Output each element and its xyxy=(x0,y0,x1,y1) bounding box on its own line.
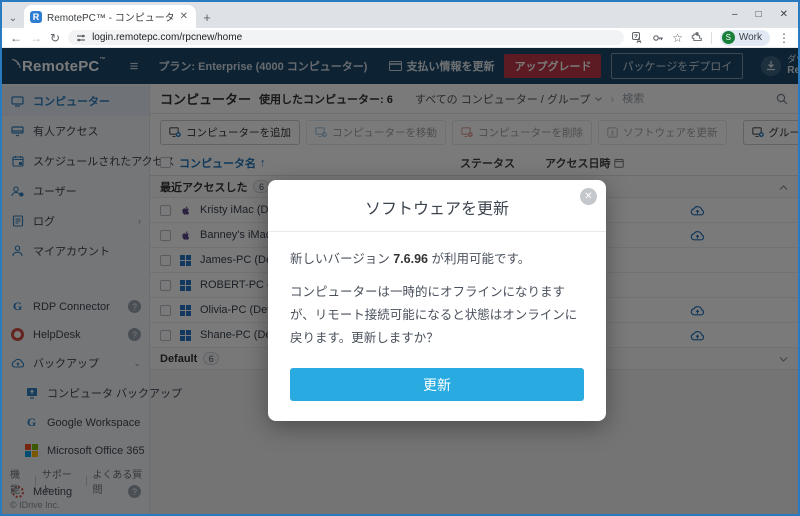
tab-search-icon[interactable]: ⌄ xyxy=(2,8,24,28)
back-button[interactable]: ← xyxy=(10,32,22,44)
minimize-button[interactable]: – xyxy=(732,9,738,20)
modal-description: コンピューターは一時的にオフラインになりますが、リモート接続可能になると状態はオ… xyxy=(290,285,578,346)
forward-button[interactable]: → xyxy=(30,32,42,44)
modal-close-icon[interactable]: ✕ xyxy=(580,188,597,205)
close-button[interactable]: ✕ xyxy=(780,9,788,20)
profile-avatar: S xyxy=(721,31,735,44)
remotepc-favicon: R xyxy=(30,10,42,23)
browser-window: ⌄ R RemotePC™ - コンピューター ✕ + – □ ✕ ← → ↻ … xyxy=(0,0,800,516)
version-number: 7.6.96 xyxy=(393,252,428,266)
tab-strip: ⌄ R RemotePC™ - コンピューター ✕ + – □ ✕ xyxy=(2,2,798,28)
browser-tab[interactable]: R RemotePC™ - コンピューター ✕ xyxy=(24,5,196,28)
site-info-icon[interactable] xyxy=(76,33,86,43)
new-tab-button[interactable]: + xyxy=(196,6,218,28)
browser-menu-icon[interactable]: ⋮ xyxy=(778,31,790,45)
update-button[interactable]: 更新 xyxy=(290,368,584,402)
maximize-button[interactable]: □ xyxy=(756,9,762,20)
reload-button[interactable]: ↻ xyxy=(50,32,60,44)
remotepc-app: RemotePC ™ ≡ プラン: Enterprise (4000 コンピュー… xyxy=(2,48,798,514)
modal-header: ソフトウェアを更新 ✕ xyxy=(268,180,606,232)
bookmark-star-icon[interactable]: ☆ xyxy=(672,31,683,45)
translate-icon[interactable] xyxy=(632,31,644,44)
version-line: 新しいバージョン 7.6.96 が利用可能です。 xyxy=(290,252,531,266)
modal-body: 新しいバージョン 7.6.96 が利用可能です。 コンピューターは一時的にオフラ… xyxy=(268,232,606,350)
tab-title: RemotePC™ - コンピューター xyxy=(47,13,173,24)
browser-toolbar: ← → ↻ login.remotepc.com/rpcnew/home ☆ S… xyxy=(2,28,798,48)
profile-chip[interactable]: S Work xyxy=(719,29,770,46)
passwords-icon[interactable] xyxy=(652,32,664,44)
profile-name: Work xyxy=(738,32,762,43)
modal-title: ソフトウェアを更新 xyxy=(364,201,509,218)
address-bar[interactable]: login.remotepc.com/rpcnew/home xyxy=(68,30,625,45)
toolbar-divider xyxy=(710,31,712,44)
extensions-icon[interactable] xyxy=(691,31,703,44)
update-software-modal: ソフトウェアを更新 ✕ 新しいバージョン 7.6.96 が利用可能です。 コンピ… xyxy=(268,180,606,422)
window-controls: – □ ✕ xyxy=(732,2,794,26)
url-text: login.remotepc.com/rpcnew/home xyxy=(92,32,243,43)
tab-close-icon[interactable]: ✕ xyxy=(178,11,190,22)
